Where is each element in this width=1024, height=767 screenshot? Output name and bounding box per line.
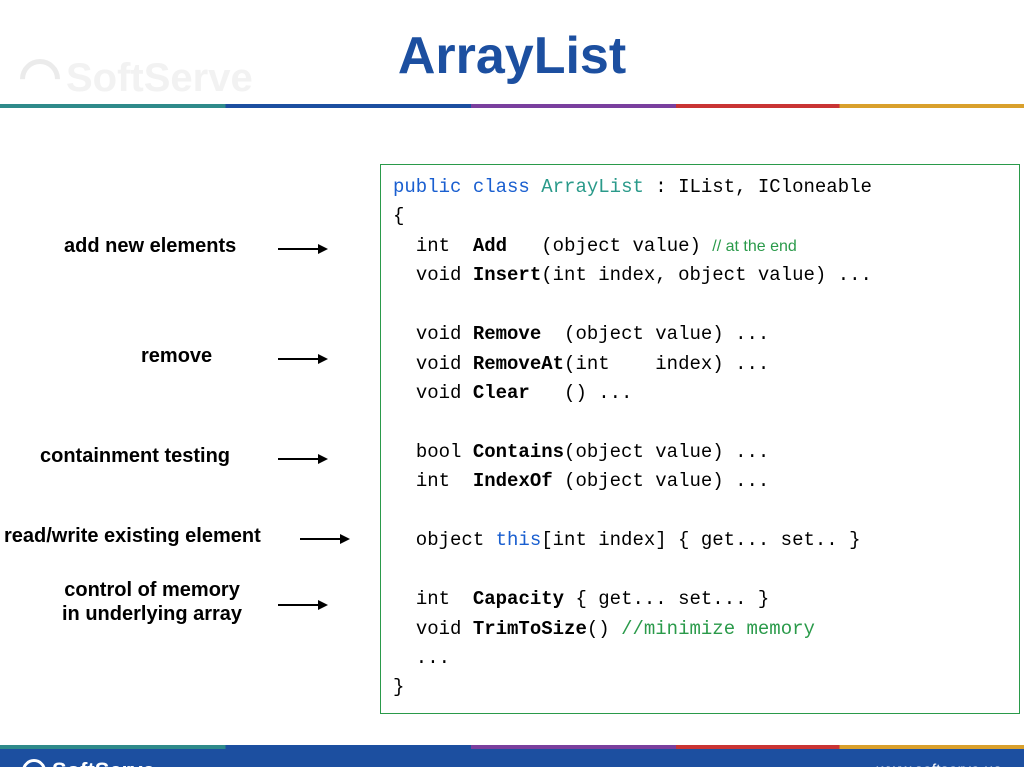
code-text: int bbox=[416, 470, 450, 492]
code-method: Clear bbox=[473, 382, 530, 404]
arrow-icon bbox=[278, 600, 328, 610]
code-text: void bbox=[416, 264, 462, 286]
code-text: object bbox=[393, 529, 496, 551]
code-text: (object value) ... bbox=[564, 441, 769, 463]
code-text: (object value) ... bbox=[541, 323, 769, 345]
watermark-logo: SoftServe bbox=[20, 56, 253, 101]
code-text: { bbox=[393, 205, 404, 227]
code-method: Remove bbox=[473, 323, 541, 345]
arrow-icon bbox=[278, 354, 328, 364]
code-text: bool bbox=[416, 441, 462, 463]
code-text: ... bbox=[393, 647, 450, 669]
code-text: int bbox=[416, 588, 450, 610]
code-comment: //minimize memory bbox=[621, 618, 815, 640]
code-box: public class ArrayList : IList, ICloneab… bbox=[380, 164, 1020, 714]
footer-logo: SoftServe bbox=[22, 758, 155, 767]
watermark-text: SoftServe bbox=[66, 56, 253, 101]
label-readwrite: read/write existing element bbox=[4, 524, 261, 548]
code-text: (object value) bbox=[507, 235, 712, 257]
label-memory: control of memory in underlying array bbox=[62, 578, 242, 626]
code-method: TrimToSize bbox=[473, 618, 587, 640]
label-memory-line1: control of memory bbox=[64, 579, 240, 601]
footer-url: www.softserve.ua bbox=[877, 762, 1002, 767]
code-method: Contains bbox=[473, 441, 564, 463]
label-contain: containment testing bbox=[40, 444, 230, 468]
code-kw: public bbox=[393, 176, 461, 198]
code-kw: class bbox=[473, 176, 530, 198]
s-icon bbox=[12, 50, 69, 107]
code-text: : IList, ICloneable bbox=[644, 176, 872, 198]
code-method: Add bbox=[473, 235, 507, 257]
code-text: int bbox=[416, 235, 450, 257]
code-text: void bbox=[416, 382, 462, 404]
code-method: Capacity bbox=[473, 588, 564, 610]
code-comment: // at the end bbox=[712, 238, 797, 255]
label-memory-line2: in underlying array bbox=[62, 603, 242, 625]
label-add: add new elements bbox=[64, 234, 236, 258]
arrow-icon bbox=[300, 534, 350, 544]
code-text: (int index) ... bbox=[564, 353, 769, 375]
code-text: () ... bbox=[530, 382, 633, 404]
code-text: () bbox=[587, 618, 621, 640]
code-text: void bbox=[416, 323, 462, 345]
s-icon bbox=[17, 754, 51, 767]
code-text: { get... set... } bbox=[564, 588, 769, 610]
code-typename: ArrayList bbox=[541, 176, 644, 198]
code-text: (int index, object value) ... bbox=[541, 264, 872, 286]
code-method: IndexOf bbox=[473, 470, 553, 492]
arrow-icon bbox=[278, 454, 328, 464]
label-remove: remove bbox=[141, 344, 212, 368]
code-method: Insert bbox=[473, 264, 541, 286]
code-text: void bbox=[416, 353, 462, 375]
code-text: (object value) ... bbox=[553, 470, 770, 492]
content-area: add new elements remove containment test… bbox=[0, 108, 1024, 668]
code-text: [int index] { get... set.. } bbox=[541, 529, 860, 551]
footer-bar: SoftServe www.softserve.ua bbox=[0, 749, 1024, 767]
code-kw: this bbox=[496, 529, 542, 551]
arrow-icon bbox=[278, 244, 328, 254]
footer-brand: SoftServe bbox=[52, 758, 155, 767]
code-method: RemoveAt bbox=[473, 353, 564, 375]
code-text: } bbox=[393, 676, 404, 698]
footer: SoftServe www.softserve.ua bbox=[0, 745, 1024, 767]
code-text: void bbox=[416, 618, 462, 640]
